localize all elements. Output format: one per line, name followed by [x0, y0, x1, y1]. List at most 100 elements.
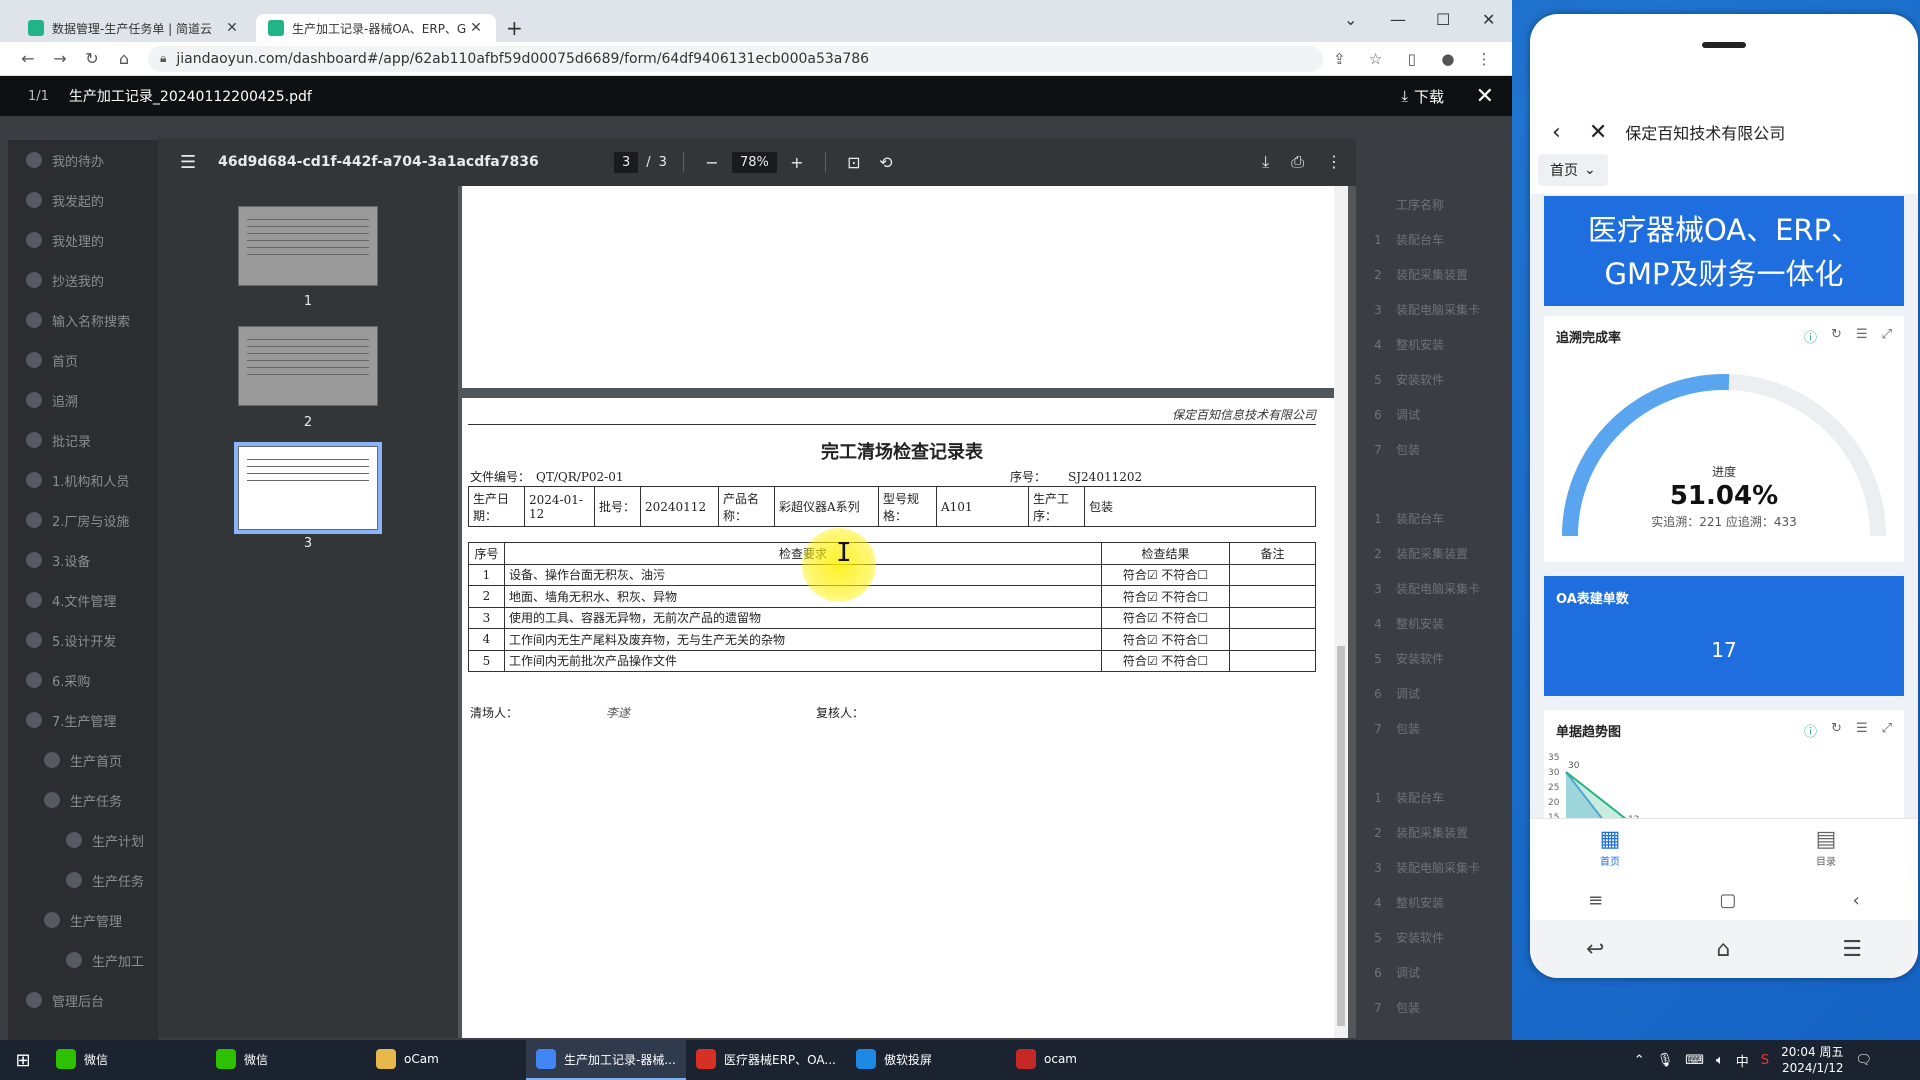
print-icon[interactable]: ⎙: [1291, 152, 1304, 172]
home-dropdown[interactable]: 首页 ⌄: [1538, 154, 1608, 186]
maximize-button[interactable]: ☐: [1436, 10, 1450, 29]
home-square-icon[interactable]: ▢: [1719, 890, 1736, 911]
info-icon[interactable]: ⓘ: [1804, 721, 1817, 740]
sidebar-item[interactable]: 我发起的: [8, 180, 158, 220]
sidebar-item[interactable]: 6.采购: [8, 660, 158, 700]
home-icon[interactable]: ⌂: [108, 49, 140, 68]
taskbar-app[interactable]: ocam: [1006, 1040, 1166, 1080]
profile-icon[interactable]: ●: [1432, 50, 1464, 68]
close-icon[interactable]: ✕: [1589, 120, 1607, 145]
trend-card: 单据趋势图 ⓘ ↻ ☰ ⤢ 35 30 25 20 15 30 12: [1544, 710, 1904, 818]
home-icon[interactable]: ⌂: [1716, 937, 1730, 962]
sidebar-item[interactable]: 生产任务: [8, 780, 158, 820]
sidebar-item[interactable]: 输入名称搜索: [8, 300, 158, 340]
reload-icon[interactable]: ↻: [76, 49, 108, 68]
fit-page-icon[interactable]: ⊡: [842, 153, 866, 172]
sidebar-item[interactable]: 生产首页: [8, 740, 158, 780]
network-icon[interactable]: ⌨: [1685, 1053, 1704, 1068]
sidebar-item[interactable]: 3.设备: [8, 540, 158, 580]
chevron-up-icon[interactable]: ⌃: [1634, 1053, 1645, 1068]
sidebar-item[interactable]: 7.生产管理: [8, 700, 158, 740]
refresh-icon[interactable]: ↻: [1831, 327, 1842, 346]
sidebar-item[interactable]: 生产任务: [8, 860, 158, 900]
sidebar-item[interactable]: 1.机构和人员: [8, 460, 158, 500]
microphone-icon[interactable]: 🎙︎: [1657, 1053, 1674, 1068]
fullscreen-icon[interactable]: ⤢: [1882, 721, 1892, 740]
sidebar-item[interactable]: 追溯: [8, 380, 158, 420]
sidebar-item[interactable]: 首页: [8, 340, 158, 380]
clock[interactable]: 20:04 周五 2024/1/12: [1781, 1044, 1843, 1076]
thumbnail-page-2[interactable]: [238, 326, 378, 406]
menu-icon[interactable]: ☰: [1842, 937, 1862, 962]
sidebar-item[interactable]: 批记录: [8, 420, 158, 460]
back-icon[interactable]: ‹: [1853, 890, 1860, 911]
taskbar-app[interactable]: 生产加工记录-器械...: [526, 1040, 686, 1080]
menu-icon[interactable]: ≡: [1588, 890, 1603, 911]
back-icon[interactable]: ‹: [1552, 120, 1561, 145]
thumbnail-page-3[interactable]: [234, 442, 382, 534]
thumbnail-page-1[interactable]: [238, 206, 378, 286]
pdf-scrollbar[interactable]: [1334, 186, 1348, 1038]
new-tab-button[interactable]: +: [506, 16, 523, 40]
url-field[interactable]: 🔒︎ jiandaoyun.com/dashboard#/app/62ab110…: [148, 45, 1324, 72]
dashboard-scroll[interactable]: 医疗器械OA、ERP、 GMP及财务一体化 追溯完成率 ⓘ ↻ ☰ ⤢ 进度 5…: [1530, 194, 1918, 818]
taskbar-app[interactable]: 微信: [46, 1040, 206, 1080]
menu-icon[interactable]: ☰: [180, 152, 196, 173]
star-icon[interactable]: ☆: [1360, 50, 1392, 68]
chevron-down-icon[interactable]: ⌄: [1344, 10, 1357, 29]
back-arrow-icon[interactable]: ←: [12, 49, 44, 68]
info-icon[interactable]: ⓘ: [1804, 327, 1817, 346]
sidebar-item[interactable]: 我的待办: [8, 140, 158, 180]
zoom-input[interactable]: 78%: [731, 151, 777, 173]
notification-icon[interactable]: 🗨︎: [1855, 1053, 1872, 1068]
sort-icon[interactable]: ☰: [1856, 721, 1868, 740]
gauge-value: 51.04%: [1670, 481, 1778, 511]
ime-indicator[interactable]: 中: [1736, 1051, 1749, 1070]
app-sidebar: 我的待办 我发起的 我处理的 抄送我的 输入名称搜索 首页 追溯 批记录 1.机构和人员 2.厂房…: [8, 140, 158, 1040]
close-window-button[interactable]: ✕: [1482, 10, 1495, 29]
windows-start-icon[interactable]: ⊞: [0, 1050, 46, 1071]
sidebar-item[interactable]: 2.厂房与设施: [8, 500, 158, 540]
sidebar-item[interactable]: 抄送我的: [8, 260, 158, 300]
share-icon[interactable]: ⇪: [1323, 50, 1355, 68]
side-panel-icon[interactable]: ▯: [1396, 50, 1428, 68]
close-icon[interactable]: ✕: [468, 20, 484, 36]
download-icon[interactable]: ⤓: [1262, 152, 1269, 172]
close-viewer-button[interactable]: ✕: [1476, 84, 1494, 109]
taskbar-app[interactable]: oCam: [366, 1040, 526, 1080]
close-icon[interactable]: ✕: [224, 20, 240, 36]
rotate-icon[interactable]: ⟲: [874, 153, 898, 172]
tab-data-management[interactable]: 数据管理-生产任务单 | 简道云 ✕: [16, 14, 252, 42]
nav-home[interactable]: ▦ 首页: [1570, 827, 1650, 868]
tab-label: 数据管理-生产任务单 | 简道云: [52, 21, 213, 36]
sort-icon[interactable]: ☰: [1856, 327, 1868, 346]
sidebar-item[interactable]: 5.设计开发: [8, 620, 158, 660]
sidebar-item[interactable]: 生产加工: [8, 940, 158, 980]
forward-arrow-icon[interactable]: →: [44, 49, 76, 68]
taskbar-app[interactable]: 微信: [206, 1040, 366, 1080]
sidebar-item[interactable]: 管理后台: [8, 980, 158, 1020]
sogou-icon[interactable]: S: [1761, 1053, 1769, 1068]
refresh-icon[interactable]: ↻: [1831, 721, 1842, 740]
zoom-out-button[interactable]: −: [700, 153, 724, 172]
fullscreen-icon[interactable]: ⤢: [1882, 327, 1892, 346]
more-icon[interactable]: ⋮: [1326, 152, 1342, 172]
download-button[interactable]: ⤓ 下载: [1401, 86, 1444, 107]
sidebar-item[interactable]: 生产管理: [8, 900, 158, 940]
sidebar-item[interactable]: 我处理的: [8, 220, 158, 260]
tab-production-record[interactable]: 生产加工记录-器械OA、ERP、G ✕: [256, 14, 496, 42]
pdf-page-3: 保定百知信息技术有限公司 完工清场检查记录表 文件编号： QT/QR/P02-01…: [462, 398, 1342, 1038]
minimize-button[interactable]: —: [1390, 10, 1406, 29]
more-icon[interactable]: ⋮: [1468, 50, 1500, 68]
return-icon[interactable]: ↩: [1586, 937, 1604, 962]
page-number-input[interactable]: 3: [614, 151, 639, 173]
taskbar-app[interactable]: 医疗器械ERP、OA...: [686, 1040, 846, 1080]
taskbar-app[interactable]: 傲软投屏: [846, 1040, 1006, 1080]
zoom-in-button[interactable]: +: [785, 153, 809, 172]
nav-catalog[interactable]: ▤ 目录: [1786, 827, 1866, 868]
sidebar-item-icon: [26, 992, 42, 1008]
sidebar-item[interactable]: 生产计划: [8, 820, 158, 860]
sidebar-item[interactable]: 4.文件管理: [8, 580, 158, 620]
scrollbar-thumb[interactable]: [1337, 646, 1345, 1026]
volume-icon[interactable]: 🔈︎: [1716, 1053, 1724, 1068]
